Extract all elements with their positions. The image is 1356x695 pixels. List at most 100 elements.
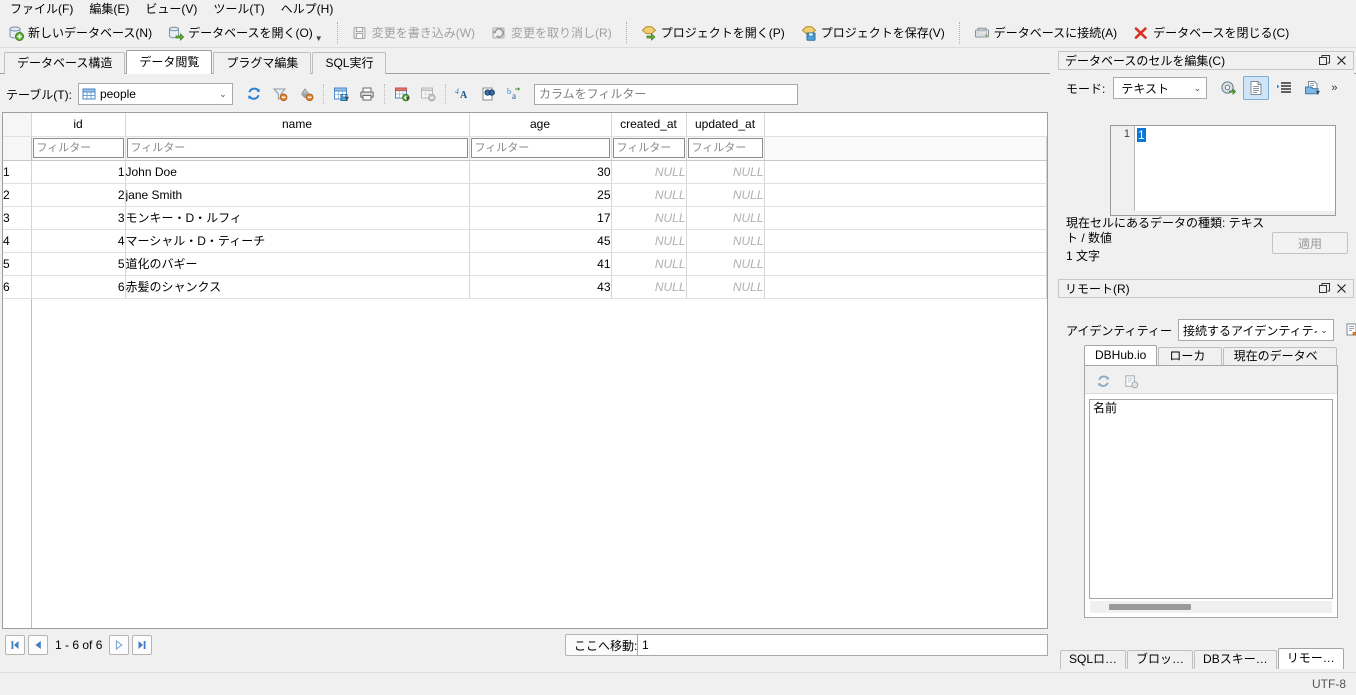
table-row[interactable]: 5 5 道化のバギー 41 NULL NULL xyxy=(3,252,1047,276)
menu-view[interactable]: ビュー(V) xyxy=(137,0,205,18)
status-tab-remote[interactable]: リモー… xyxy=(1277,648,1344,669)
cell-id[interactable]: 1 xyxy=(31,160,126,184)
row-number[interactable]: 4 xyxy=(3,229,32,253)
refresh-button[interactable] xyxy=(241,82,267,106)
grid-corner-header[interactable] xyxy=(3,113,32,137)
cell-created-at[interactable]: NULL xyxy=(611,160,687,184)
menu-help[interactable]: ヘルプ(H) xyxy=(273,0,342,18)
tab-browse-data[interactable]: データ閲覧 xyxy=(126,50,213,74)
column-header-updated-at[interactable]: updated_at xyxy=(686,113,765,137)
cell-updated-at[interactable]: NULL xyxy=(686,206,765,230)
delete-record-button[interactable] xyxy=(415,82,441,106)
column-header-age[interactable]: age xyxy=(469,113,612,137)
goto-row-input[interactable]: 1 xyxy=(637,634,1048,656)
print-button[interactable] xyxy=(354,82,380,106)
last-page-button[interactable] xyxy=(132,635,153,655)
filter-cell-updated-at[interactable]: フィルター xyxy=(686,136,765,161)
remote-open-button[interactable] xyxy=(1119,370,1145,394)
import-export-button[interactable]: ▾ xyxy=(1299,76,1325,100)
cell-editor-content[interactable]: 1 xyxy=(1135,126,1335,211)
menu-file[interactable]: ファイル(F) xyxy=(2,0,81,18)
cell-name[interactable]: John Doe xyxy=(125,160,470,184)
row-number[interactable]: 2 xyxy=(3,183,32,207)
open-project-button[interactable]: プロジェクトを開く(P) xyxy=(633,20,793,46)
manage-identities-button[interactable] xyxy=(1340,318,1356,342)
remote-tab-local[interactable]: ローカル xyxy=(1158,347,1222,380)
row-number[interactable]: 5 xyxy=(3,252,32,276)
table-selector-combo[interactable]: people ⌄ xyxy=(77,83,233,105)
row-number[interactable]: 6 xyxy=(3,275,32,299)
cell-editor-textarea[interactable]: 1 1 xyxy=(1110,125,1336,212)
cell-name[interactable]: マーシャル・D・ティーチ xyxy=(125,229,470,253)
word-wrap-button[interactable] xyxy=(1243,76,1270,100)
close-icon[interactable] xyxy=(1333,53,1350,68)
cell-updated-at[interactable]: NULL xyxy=(686,183,765,207)
table-row[interactable]: 3 3 モンキー・D・ルフィ 17 NULL NULL xyxy=(3,206,1047,230)
cell-age[interactable]: 41 xyxy=(469,252,612,276)
apply-button[interactable]: 適用 xyxy=(1272,232,1348,254)
float-icon[interactable] xyxy=(1316,281,1333,296)
revert-changes-button[interactable]: 変更を取り消し(R) xyxy=(483,20,620,46)
tab-database-structure[interactable]: データベース構造 xyxy=(4,52,126,74)
cell-updated-at[interactable]: NULL xyxy=(686,160,765,184)
status-tab-sql-log[interactable]: SQLロ… xyxy=(1060,650,1127,669)
remote-refresh-button[interactable] xyxy=(1091,370,1117,394)
replace-button[interactable]: b a xyxy=(502,82,528,106)
auto-format-button[interactable] xyxy=(1271,76,1297,100)
cell-updated-at[interactable]: NULL xyxy=(686,229,765,253)
open-database-button[interactable]: データベースを開く(O) ▼ xyxy=(160,20,331,46)
cell-age[interactable]: 25 xyxy=(469,183,612,207)
menu-edit[interactable]: 編集(E) xyxy=(81,0,137,18)
column-header-created-at[interactable]: created_at xyxy=(611,113,687,137)
table-row[interactable]: 1 1 John Doe 30 NULL NULL xyxy=(3,160,1047,184)
insert-record-button[interactable]: ▾ xyxy=(389,82,415,106)
data-grid[interactable]: id name age created_at updated_at フィルター … xyxy=(2,112,1048,629)
cell-name[interactable]: 道化のバギー xyxy=(125,252,470,276)
tab-execute-sql[interactable]: SQL実行 xyxy=(312,52,387,74)
write-changes-button[interactable]: 変更を書き込み(W) xyxy=(344,20,483,46)
cell-age[interactable]: 43 xyxy=(469,275,612,299)
filter-cell-id[interactable]: フィルター xyxy=(31,136,126,161)
row-number[interactable]: 1 xyxy=(3,160,32,184)
cell-age[interactable]: 45 xyxy=(469,229,612,253)
table-row[interactable]: 6 6 赤髪のシャンクス 43 NULL NULL xyxy=(3,275,1047,299)
filter-cell-name[interactable]: フィルター xyxy=(125,136,470,161)
cell-name[interactable]: jane Smith xyxy=(125,183,470,207)
table-row[interactable]: 2 2 jane Smith 25 NULL NULL xyxy=(3,183,1047,207)
cell-name[interactable]: モンキー・D・ルフィ xyxy=(125,206,470,230)
cell-id[interactable]: 2 xyxy=(31,183,126,207)
menu-tools[interactable]: ツール(T) xyxy=(205,0,272,18)
column-filter-input[interactable]: カラムをフィルター xyxy=(533,83,798,105)
cell-created-at[interactable]: NULL xyxy=(611,206,687,230)
remote-list-hscrollbar[interactable] xyxy=(1090,601,1332,613)
find-in-document-button[interactable] xyxy=(476,82,502,106)
status-tab-plot[interactable]: ブロッ… xyxy=(1127,650,1194,669)
remote-list-hscrollbar-thumb[interactable] xyxy=(1109,604,1191,610)
filter-cell-created-at[interactable]: フィルター xyxy=(611,136,687,161)
status-tab-db-schema[interactable]: DBスキー… xyxy=(1194,650,1277,669)
cell-id[interactable]: 6 xyxy=(31,275,126,299)
cell-created-at[interactable]: NULL xyxy=(611,275,687,299)
identity-combo[interactable]: 接続するアイデンティティー ⌄ xyxy=(1177,319,1334,341)
clear-sorting-button[interactable] xyxy=(293,82,319,106)
remote-database-list[interactable]: 名前 xyxy=(1089,399,1333,599)
cell-updated-at[interactable]: NULL xyxy=(686,252,765,276)
auto-switch-mode-button[interactable] xyxy=(1215,76,1241,100)
cell-created-at[interactable]: NULL xyxy=(611,183,687,207)
find-button[interactable]: 4 A xyxy=(450,82,476,106)
cell-created-at[interactable]: NULL xyxy=(611,229,687,253)
remote-list-column-name[interactable]: 名前 xyxy=(1090,400,1332,418)
new-database-button[interactable]: 新しいデータベース(N) xyxy=(0,20,160,46)
column-header-name[interactable]: name xyxy=(125,113,470,137)
open-database-dropdown-icon[interactable]: ▼ xyxy=(315,34,323,45)
cell-name[interactable]: 赤髪のシャンクス xyxy=(125,275,470,299)
close-database-button[interactable]: データベースを閉じる(C) xyxy=(1125,20,1297,46)
filter-cell-age[interactable]: フィルター xyxy=(469,136,612,161)
remote-tab-dbhub[interactable]: DBHub.io xyxy=(1084,345,1158,366)
remote-tab-current-database[interactable]: 現在のデータベース xyxy=(1222,347,1337,380)
previous-page-button[interactable] xyxy=(28,635,48,655)
next-page-button[interactable] xyxy=(109,635,130,655)
attach-database-button[interactable]: データベースに接続(A) xyxy=(966,20,1125,46)
save-results-button[interactable]: ▾ xyxy=(328,82,354,106)
save-project-button[interactable]: プロジェクトを保存(V) xyxy=(793,20,953,46)
